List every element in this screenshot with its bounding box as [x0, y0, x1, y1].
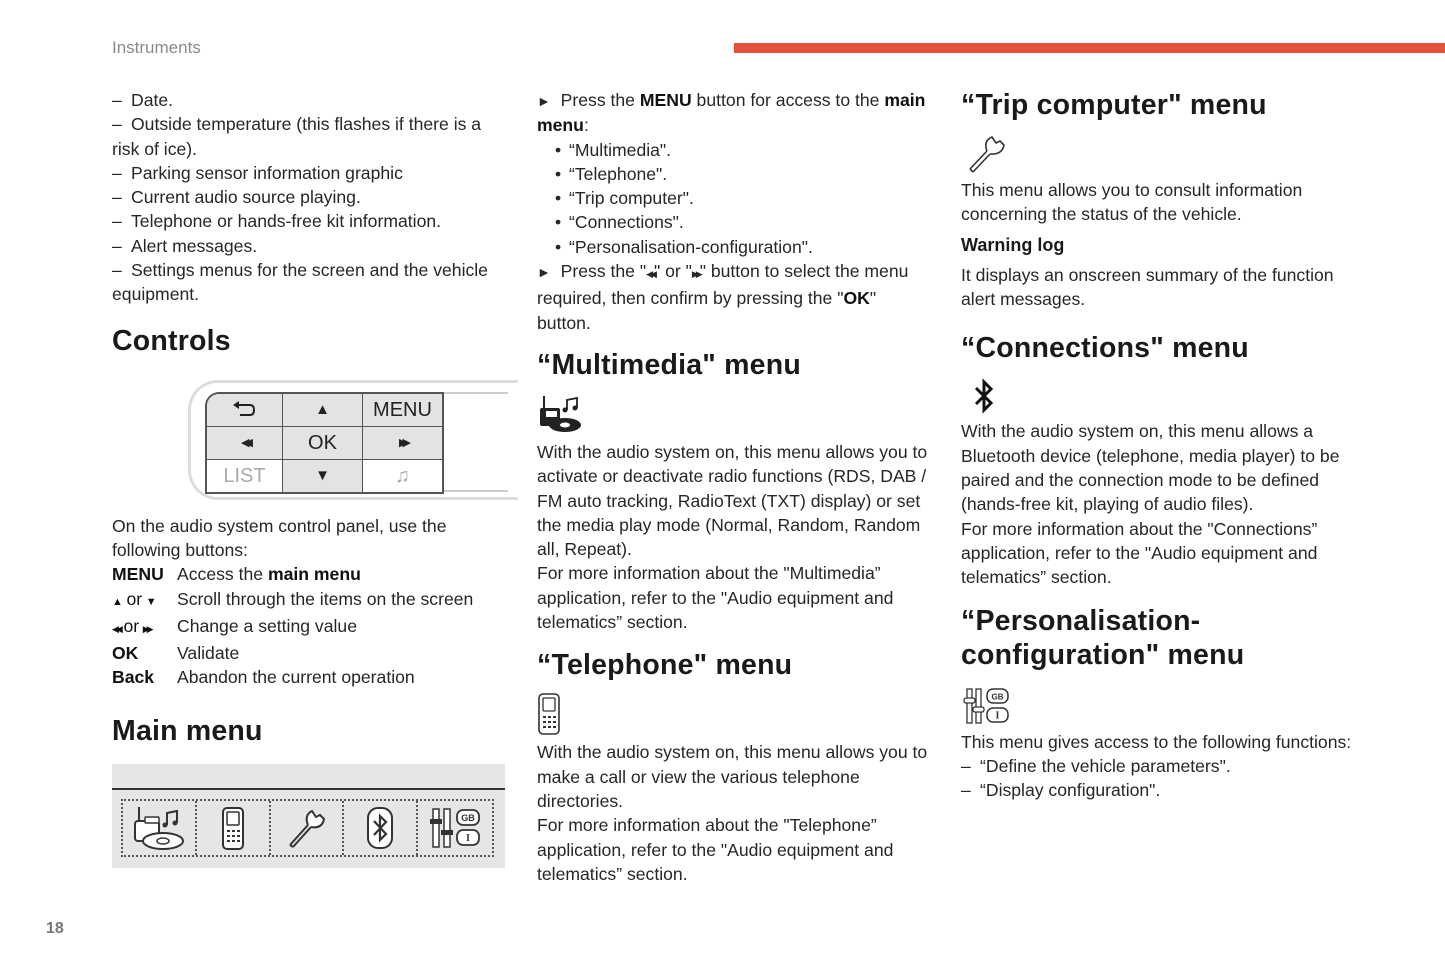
multimedia-icon	[540, 395, 581, 432]
main-menu-personalisation: GB I	[418, 801, 492, 855]
list-item: • “Telephone".	[555, 163, 668, 184]
trip-computer-description: This menu allows you to consult informat…	[961, 180, 1303, 225]
up-button: ▲	[283, 393, 363, 427]
svg-text:GB: GB	[992, 692, 1004, 701]
arrow-right-icon: ►	[537, 93, 551, 109]
main-menu-illustration: GB I	[112, 763, 505, 868]
control-desc: Change a setting value	[177, 615, 357, 636]
list-item: • “Connections".	[555, 212, 684, 233]
list-item: – “Define the vehicle parameters".	[961, 755, 1231, 776]
multimedia-description: With the audio system on, this menu allo…	[537, 441, 928, 560]
column-3: “Trip computer" menu This menu allows yo…	[961, 88, 1371, 802]
ok-button: OK	[283, 426, 363, 460]
main-menu-heading: Main menu	[112, 714, 263, 747]
main-menu-connections	[344, 800, 419, 855]
control-desc: Access the main menu	[177, 564, 361, 585]
warning-log-heading: Warning log	[961, 234, 1065, 255]
connections-more-info: For more information about the "Connecti…	[961, 518, 1318, 588]
list-item: – Alert messages.	[112, 235, 258, 256]
control-key: OK	[112, 643, 139, 664]
rewind-icon: ◀◀	[241, 436, 253, 449]
page-number: 18	[46, 920, 64, 937]
control-desc: Abandon the current operation	[177, 667, 415, 688]
list-item: – Parking sensor information graphic	[112, 162, 403, 183]
list-item: – Settings menus for the screen and the v…	[112, 260, 488, 305]
telephone-icon	[221, 806, 244, 850]
arrow-right-icon: ►	[537, 264, 551, 281]
telephone-icon	[538, 693, 560, 736]
controls-heading: Controls	[112, 324, 231, 357]
connections-heading: “Connections" menu	[961, 332, 1249, 365]
control-desc: Scroll through the items on the screen	[177, 588, 474, 609]
music-note-icon: ♫	[395, 464, 410, 487]
fast-forward-icon: ▶▶	[399, 436, 411, 449]
menu-button: MENU	[363, 393, 443, 427]
telephone-description: With the audio system on, this menu allo…	[537, 742, 928, 811]
list-item: – Telephone or hands-free kit information…	[112, 211, 442, 232]
next-button: ▶▶	[363, 426, 443, 460]
section-header: Instruments	[112, 38, 201, 57]
list-item: • “Multimedia".	[555, 139, 672, 160]
telephone-more-info: For more information about the "Telephon…	[537, 815, 894, 884]
list-button: LIST	[207, 459, 283, 492]
svg-text:I: I	[466, 833, 470, 844]
fast-forward-icon: ▶▶	[691, 269, 703, 280]
instruction-step-2: ► Press the "◀◀" or "▶▶" button to selec…	[537, 261, 909, 333]
personalisation-heading: “Personalisation-configuration" menu	[961, 604, 1245, 671]
wrench-icon	[289, 809, 326, 848]
main-menu-list: • “Multimedia". • “Telephone". • “Trip comp…	[537, 138, 932, 259]
personalisation-description: This menu gives access to the following …	[961, 731, 1352, 752]
rewind-icon: ◀◀	[646, 269, 657, 280]
previous-button: ◀◀	[207, 426, 283, 460]
trip-computer-heading: “Trip computer" menu	[961, 89, 1267, 121]
main-menu-multimedia	[123, 800, 197, 855]
control-panel-illustration: ▲ MENU ◀◀ OK ▶▶ LIST ▼ ♫	[112, 378, 518, 504]
header-accent-bar	[734, 43, 1445, 53]
control-desc: Validate	[177, 643, 240, 664]
main-menu-trip-computer	[271, 800, 345, 855]
controls-intro: On the audio system control panel, use t…	[112, 515, 447, 560]
bluetooth-icon	[367, 806, 394, 849]
column-2: ► Press the MENU button for access to th…	[537, 88, 932, 886]
music-button: ♫	[363, 459, 443, 492]
control-key: MENU	[112, 564, 164, 585]
svg-text:I: I	[996, 710, 1000, 721]
svg-text:GB: GB	[461, 813, 475, 823]
column-1: – Date. – Outside temperature (this flashe…	[112, 88, 518, 868]
telephone-heading: “Telephone" menu	[537, 649, 793, 682]
control-key: ▲ or ▼	[112, 588, 157, 609]
connections-description: With the audio system on, this menu allo…	[961, 421, 1340, 515]
list-item: – Outside temperature (this flashes if th…	[112, 114, 482, 159]
multimedia-more-info: For more information about the "Multimed…	[537, 563, 894, 633]
controls-table: MENU Access the main menu ▲ or ▼ Scroll …	[112, 562, 507, 689]
personalisation-icon: GB I	[963, 687, 1009, 724]
main-menu-telephone	[197, 800, 271, 855]
bluetooth-icon	[974, 378, 994, 415]
down-button: ▼	[283, 459, 363, 492]
list-item: • “Trip computer".	[555, 188, 694, 209]
down-arrow-icon: ▼	[315, 466, 330, 484]
list-item: – “Display configuration".	[961, 780, 1161, 801]
wrench-icon	[969, 135, 1005, 173]
intro-list: – Date. – Outside temperature (this flashe…	[112, 88, 507, 307]
warning-log-description: It displays an onscreen summary of the f…	[961, 264, 1334, 310]
control-key: ◀◀ or ▶▶	[112, 615, 154, 636]
personalisation-icon: GB I	[430, 808, 480, 848]
list-item: • “Personalisation-configuration".	[555, 236, 813, 257]
list-item: – Date.	[112, 90, 174, 110]
back-button	[207, 393, 283, 427]
back-arrow-icon	[232, 400, 255, 416]
up-arrow-icon: ▲	[315, 400, 330, 418]
multimedia-icon	[133, 806, 184, 850]
multimedia-heading: “Multimedia" menu	[537, 348, 801, 381]
instruction-step-1: ► Press the MENU button for access to th…	[537, 90, 926, 136]
list-item: – Current audio source playing.	[112, 187, 361, 208]
control-key: Back	[112, 667, 155, 688]
